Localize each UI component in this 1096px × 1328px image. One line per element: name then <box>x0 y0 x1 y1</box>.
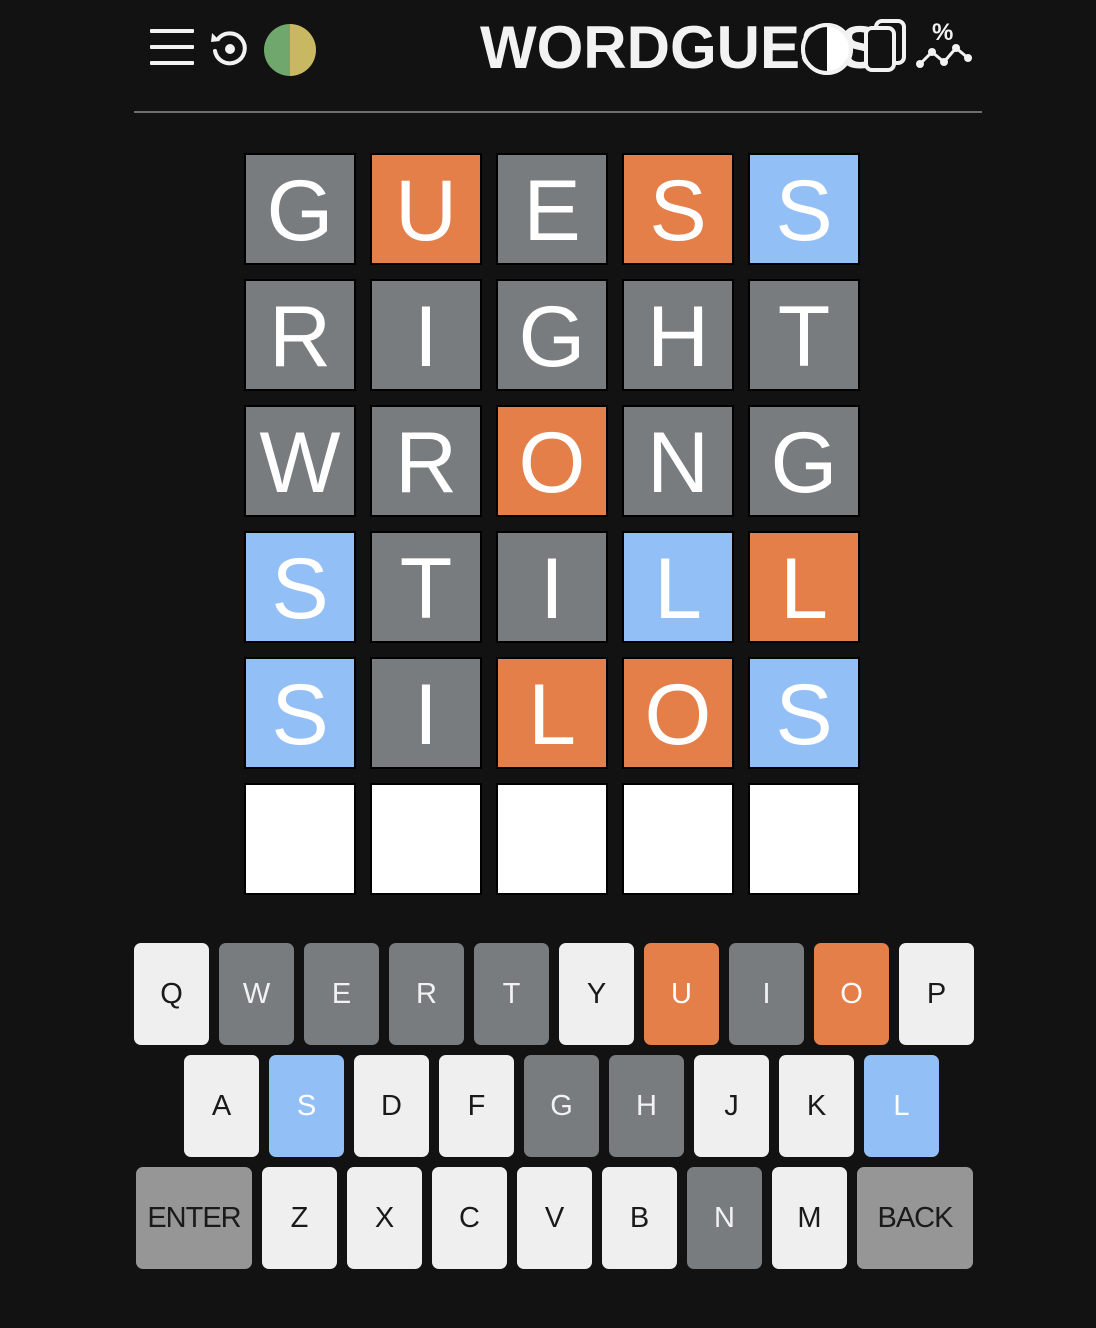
key-x[interactable]: X <box>347 1167 422 1269</box>
board-tile: L <box>496 657 608 769</box>
board-tile: H <box>622 279 734 391</box>
board-tile: U <box>370 153 482 265</box>
board-tile: O <box>496 405 608 517</box>
board-tile: G <box>244 153 356 265</box>
key-n[interactable]: N <box>687 1167 762 1269</box>
board-tile: S <box>622 153 734 265</box>
key-j[interactable]: J <box>694 1055 769 1157</box>
key-l[interactable]: L <box>864 1055 939 1157</box>
board-tile: O <box>622 657 734 769</box>
key-k[interactable]: K <box>779 1055 854 1157</box>
key-a[interactable]: A <box>184 1055 259 1157</box>
board-tile: I <box>496 531 608 643</box>
restart-icon[interactable] <box>208 27 252 71</box>
key-back[interactable]: BACK <box>857 1167 973 1269</box>
key-enter[interactable]: ENTER <box>136 1167 252 1269</box>
key-m[interactable]: M <box>772 1167 847 1269</box>
board-tile <box>496 783 608 895</box>
key-z[interactable]: Z <box>262 1167 337 1269</box>
contrast-icon[interactable] <box>798 20 856 78</box>
key-s[interactable]: S <box>269 1055 344 1157</box>
board-tile: S <box>244 657 356 769</box>
board-tile: S <box>748 153 860 265</box>
color-mode-icon[interactable] <box>262 22 318 78</box>
board-tile: I <box>370 657 482 769</box>
board-tile: T <box>370 531 482 643</box>
stats-icon[interactable]: % <box>914 14 972 76</box>
board-tile <box>370 783 482 895</box>
key-i[interactable]: I <box>729 943 804 1045</box>
key-y[interactable]: Y <box>559 943 634 1045</box>
board-tile: W <box>244 405 356 517</box>
key-d[interactable]: D <box>354 1055 429 1157</box>
key-o[interactable]: O <box>814 943 889 1045</box>
board-tile: S <box>244 531 356 643</box>
board-tile: L <box>622 531 734 643</box>
key-p[interactable]: P <box>899 943 974 1045</box>
percent-glyph: % <box>932 19 953 46</box>
key-w[interactable]: W <box>219 943 294 1045</box>
board-tile: S <box>748 657 860 769</box>
board-tile: G <box>748 405 860 517</box>
board-tile: G <box>496 279 608 391</box>
board-tile: R <box>370 405 482 517</box>
board-tile: E <box>496 153 608 265</box>
header: WORDGUESS % <box>134 0 982 113</box>
key-e[interactable]: E <box>304 943 379 1045</box>
key-v[interactable]: V <box>517 1167 592 1269</box>
key-r[interactable]: R <box>389 943 464 1045</box>
menu-icon[interactable] <box>148 26 196 68</box>
key-u[interactable]: U <box>644 943 719 1045</box>
key-b[interactable]: B <box>602 1167 677 1269</box>
board-tile <box>748 783 860 895</box>
board-tile: L <box>748 531 860 643</box>
board-tile: N <box>622 405 734 517</box>
key-f[interactable]: F <box>439 1055 514 1157</box>
key-t[interactable]: T <box>474 943 549 1045</box>
cards-icon[interactable] <box>862 18 910 74</box>
board-tile <box>622 783 734 895</box>
key-h[interactable]: H <box>609 1055 684 1157</box>
key-g[interactable]: G <box>524 1055 599 1157</box>
key-c[interactable]: C <box>432 1167 507 1269</box>
board-tile: R <box>244 279 356 391</box>
board-tile: T <box>748 279 860 391</box>
board-tile <box>244 783 356 895</box>
board-tile: I <box>370 279 482 391</box>
key-q[interactable]: Q <box>134 943 209 1045</box>
